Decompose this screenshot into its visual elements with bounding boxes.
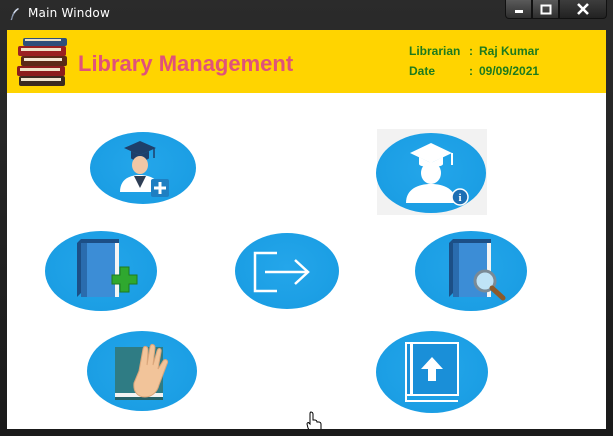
add-student-button[interactable] — [90, 132, 196, 204]
date-value: 09/09/2021 — [479, 64, 540, 78]
feather-icon — [10, 8, 19, 21]
librarian-separator: : — [469, 44, 473, 58]
student-info-button[interactable]: i — [376, 133, 486, 213]
title-bar[interactable]: Main Window — [0, 0, 613, 28]
book-upload-icon — [405, 342, 459, 402]
librarian-value: Raj Kumar — [479, 44, 540, 58]
session-info: Librarian: Raj Kumar Date:09/09/2021 — [409, 44, 539, 84]
book-search-icon — [449, 239, 506, 301]
window-controls — [505, 0, 607, 20]
issue-book-button[interactable] — [87, 331, 197, 411]
search-book-button[interactable] — [415, 231, 527, 311]
main-content: Library Management Librarian: Raj Kumar D… — [7, 30, 606, 429]
logout-button[interactable] — [235, 233, 339, 309]
book-add-icon — [77, 239, 138, 297]
close-button[interactable] — [559, 0, 607, 19]
maximize-button[interactable] — [532, 0, 559, 19]
student-info-icon: i — [406, 143, 469, 206]
minimize-button[interactable] — [505, 0, 532, 19]
books-stack-icon — [17, 38, 67, 86]
svg-text:i: i — [458, 192, 461, 204]
librarian-label: Librarian — [409, 44, 461, 58]
close-icon — [577, 3, 589, 15]
header-banner: Library Management Librarian: Raj Kumar D… — [7, 30, 606, 93]
date-label: Date — [409, 64, 436, 78]
hand-cursor-icon — [306, 411, 322, 429]
maximize-icon — [540, 4, 551, 14]
window-title: Main Window — [28, 6, 110, 20]
book-hand-icon — [115, 344, 168, 400]
minimize-icon — [514, 10, 523, 13]
student-add-icon — [120, 141, 169, 197]
logout-icon — [253, 251, 310, 293]
date-row: Date:09/09/2021 — [409, 64, 539, 84]
librarian-row: Librarian: Raj Kumar — [409, 44, 539, 64]
date-separator: : — [469, 64, 473, 78]
add-book-button[interactable] — [45, 231, 157, 311]
main-window: Main Window Library Management Librarian… — [0, 0, 613, 436]
return-book-button[interactable] — [376, 331, 488, 413]
app-title: Library Management — [78, 51, 294, 76]
